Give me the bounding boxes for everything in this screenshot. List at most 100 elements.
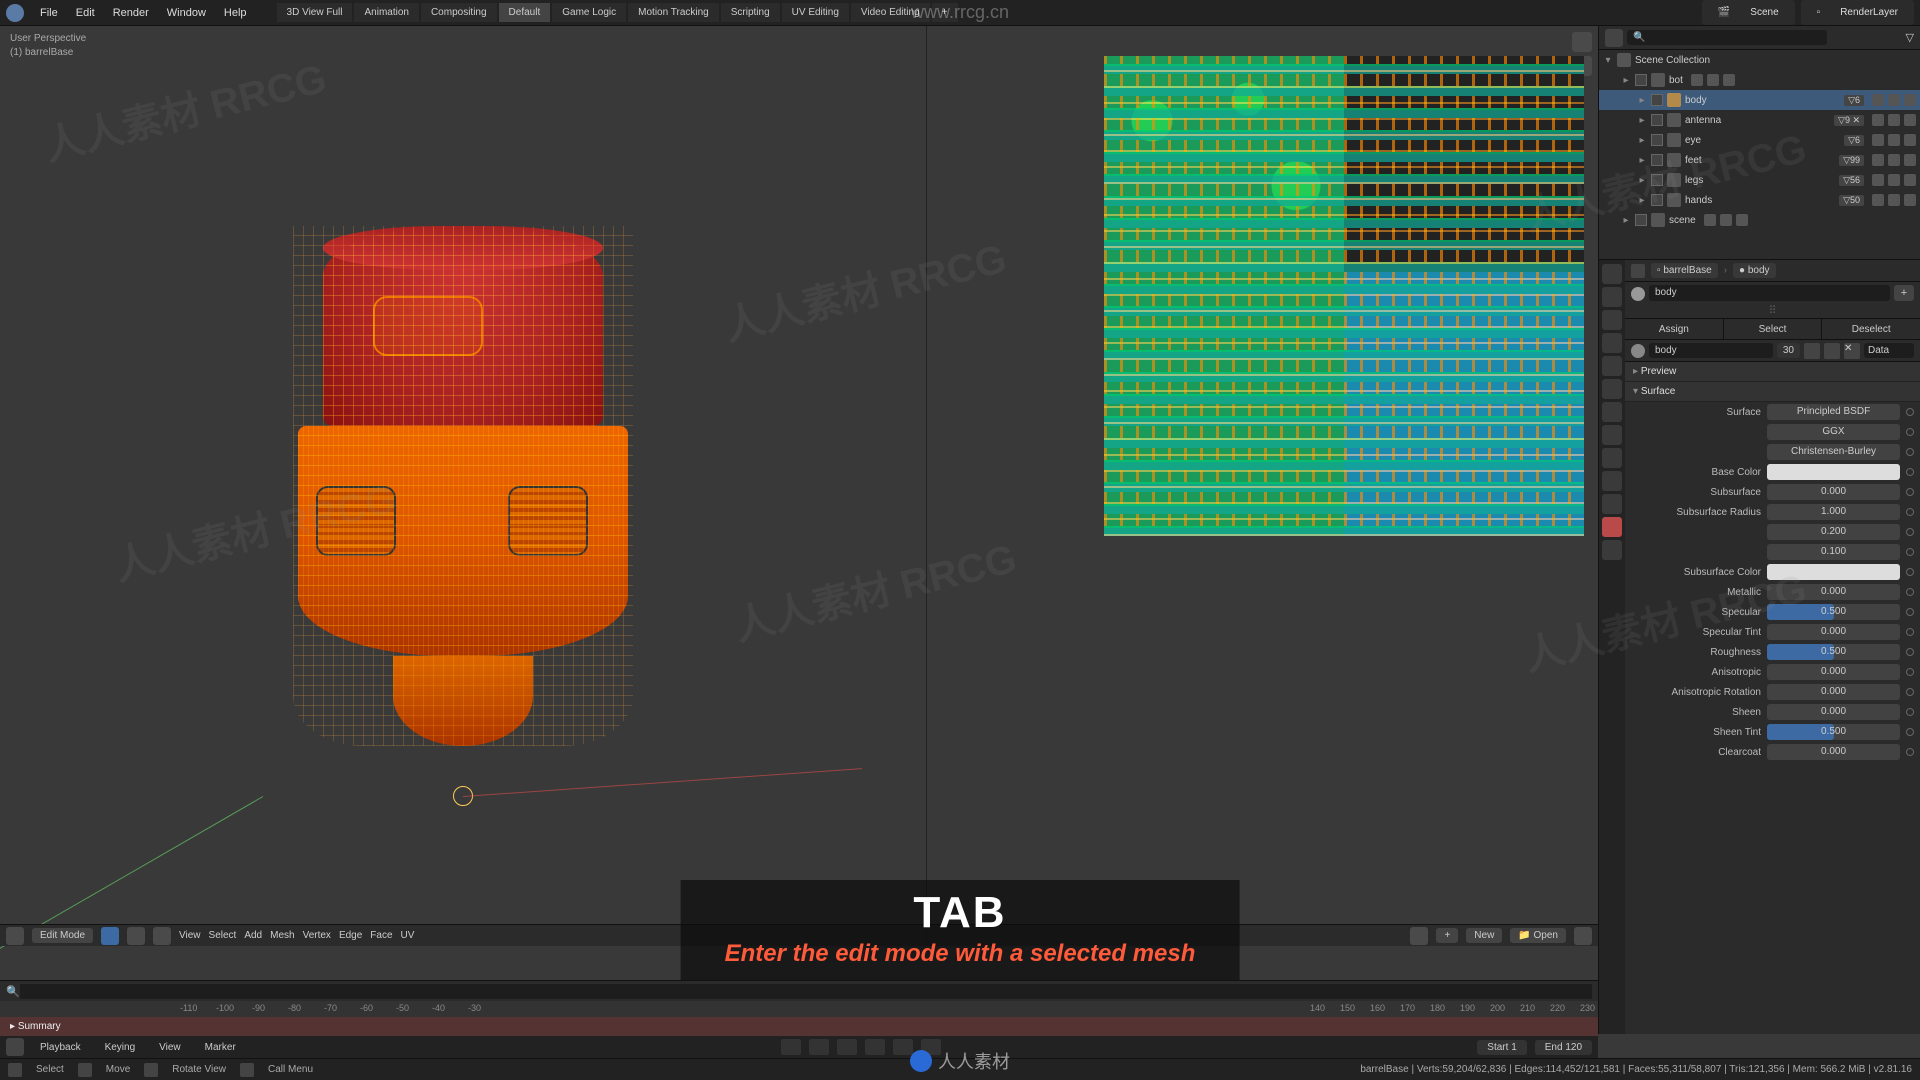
tab-output-props[interactable] bbox=[1602, 287, 1622, 307]
keyframe-dot-icon[interactable] bbox=[1906, 588, 1914, 596]
checkbox-icon[interactable] bbox=[1651, 134, 1663, 146]
property-value[interactable]: 1.000 bbox=[1767, 504, 1900, 520]
restrict-render-icon[interactable] bbox=[1904, 94, 1916, 106]
keyframe-dot-icon[interactable] bbox=[1906, 548, 1914, 556]
tab-video-editing[interactable]: Video Editing bbox=[851, 3, 930, 22]
keyframe-dot-icon[interactable] bbox=[1906, 668, 1914, 676]
tab-world-props[interactable] bbox=[1602, 356, 1622, 376]
outliner-editor-icon[interactable] bbox=[1605, 29, 1623, 47]
frame-start-field[interactable]: Start 1 bbox=[1477, 1040, 1526, 1055]
mesh-barrel[interactable] bbox=[293, 226, 633, 746]
tab-viewlayer-props[interactable] bbox=[1602, 310, 1622, 330]
checkbox-icon[interactable] bbox=[1651, 174, 1663, 186]
material-link-mode[interactable]: Data bbox=[1864, 343, 1914, 358]
restrict-select-icon[interactable] bbox=[1704, 214, 1716, 226]
tab-compositing[interactable]: Compositing bbox=[421, 3, 497, 22]
viewport-3d[interactable]: User Perspective (1) barrelBase Edit Mod… bbox=[0, 26, 927, 946]
breadcrumb-object[interactable]: ▫ barrelBase bbox=[1651, 263, 1718, 278]
breadcrumb-material[interactable]: ● body bbox=[1733, 263, 1776, 278]
menu-view-tl[interactable]: View bbox=[151, 1040, 189, 1055]
scene-selector[interactable]: 🎬Scene bbox=[1702, 0, 1795, 25]
restrict-select-icon[interactable] bbox=[1872, 94, 1884, 106]
tab-particle-props[interactable] bbox=[1602, 425, 1622, 445]
checkbox-icon[interactable] bbox=[1651, 154, 1663, 166]
restrict-select-icon[interactable] bbox=[1691, 74, 1703, 86]
collapse-icon[interactable]: ▸ bbox=[1637, 95, 1647, 106]
menu-face[interactable]: Face bbox=[370, 930, 392, 941]
uv-open-button[interactable]: 📁 Open bbox=[1510, 928, 1566, 943]
property-value[interactable]: 0.000 bbox=[1767, 624, 1900, 640]
outliner-item[interactable]: ▸antenna▽9 ✕ bbox=[1599, 110, 1920, 130]
uv-plus-icon[interactable]: + bbox=[1436, 928, 1458, 943]
select-button[interactable]: Select bbox=[1724, 319, 1823, 339]
timeline-summary-track[interactable]: ▸ Summary bbox=[0, 1017, 1598, 1037]
menu-edge[interactable]: Edge bbox=[339, 930, 362, 941]
keyframe-dot-icon[interactable] bbox=[1906, 408, 1914, 416]
jump-start-icon[interactable] bbox=[781, 1039, 801, 1055]
menu-view[interactable]: View bbox=[179, 930, 201, 941]
material-slot-name[interactable]: body bbox=[1649, 285, 1890, 301]
timeline-search-input[interactable] bbox=[20, 984, 1592, 999]
uv-new-button[interactable]: New bbox=[1466, 928, 1502, 943]
menu-vertex[interactable]: Vertex bbox=[303, 930, 331, 941]
outliner-search[interactable]: 🔍 bbox=[1627, 30, 1827, 45]
property-slider[interactable]: 0.500 bbox=[1767, 644, 1900, 660]
tab-physics-props[interactable] bbox=[1602, 448, 1622, 468]
viewport-uv-editor[interactable]: + New 📁 Open bbox=[927, 26, 1598, 946]
collapse-icon[interactable]: ▸ bbox=[1637, 115, 1647, 126]
outliner-item[interactable]: ▸body▽6 bbox=[1599, 90, 1920, 110]
eye-icon[interactable] bbox=[1720, 214, 1732, 226]
menu-playback[interactable]: Playback bbox=[32, 1040, 89, 1055]
menu-marker[interactable]: Marker bbox=[197, 1040, 244, 1055]
drag-handle-icon[interactable]: ⠿ bbox=[1625, 304, 1920, 318]
assign-button[interactable]: Assign bbox=[1625, 319, 1724, 339]
property-value[interactable]: 0.000 bbox=[1767, 704, 1900, 720]
outliner-scene-collection[interactable]: ▾ Scene Collection bbox=[1599, 50, 1920, 70]
restrict-render-icon[interactable] bbox=[1904, 154, 1916, 166]
menu-keying[interactable]: Keying bbox=[97, 1040, 144, 1055]
eye-icon[interactable] bbox=[1888, 174, 1900, 186]
checkbox-icon[interactable] bbox=[1635, 214, 1647, 226]
play-reverse-icon[interactable] bbox=[837, 1039, 857, 1055]
eye-icon[interactable] bbox=[1888, 154, 1900, 166]
property-dropdown[interactable]: GGX bbox=[1767, 424, 1900, 440]
timeline-ruler[interactable]: -110-100-90-80-70-60-50-40-3014015016017… bbox=[0, 1001, 1598, 1017]
keyframe-dot-icon[interactable] bbox=[1906, 728, 1914, 736]
property-value[interactable]: 0.000 bbox=[1767, 664, 1900, 680]
tab-3d-view-full[interactable]: 3D View Full bbox=[277, 3, 353, 22]
tab-texture-props[interactable] bbox=[1602, 540, 1622, 560]
tab-material-props[interactable] bbox=[1602, 517, 1622, 537]
unlink-material-icon[interactable]: ✕ bbox=[1844, 343, 1860, 359]
checkbox-icon[interactable] bbox=[1651, 114, 1663, 126]
collapse-icon[interactable]: ▸ bbox=[1637, 195, 1647, 206]
checkbox-icon[interactable] bbox=[1651, 194, 1663, 206]
collapse-icon[interactable]: ▾ bbox=[1603, 55, 1613, 66]
renderlayer-selector[interactable]: ▫RenderLayer bbox=[1801, 0, 1914, 25]
property-value[interactable]: 0.000 bbox=[1767, 744, 1900, 760]
tab-mesh-data-props[interactable] bbox=[1602, 494, 1622, 514]
jump-end-icon[interactable] bbox=[921, 1039, 941, 1055]
tab-default[interactable]: Default bbox=[499, 3, 551, 22]
section-surface[interactable]: Surface bbox=[1625, 382, 1920, 402]
outliner[interactable]: ▾ Scene Collection ▸bot▸body▽6▸antenna▽9… bbox=[1599, 50, 1920, 260]
pin-icon[interactable] bbox=[1631, 264, 1645, 278]
select-edge-icon[interactable] bbox=[127, 927, 145, 945]
keyframe-dot-icon[interactable] bbox=[1906, 448, 1914, 456]
keyframe-dot-icon[interactable] bbox=[1906, 468, 1914, 476]
outliner-item[interactable]: ▸legs▽56 bbox=[1599, 170, 1920, 190]
tab-constraint-props[interactable] bbox=[1602, 471, 1622, 491]
tab-scene-props[interactable] bbox=[1602, 333, 1622, 353]
tab-uv-editing[interactable]: UV Editing bbox=[782, 3, 849, 22]
property-dropdown[interactable]: Principled BSDF bbox=[1767, 404, 1900, 420]
eye-icon[interactable] bbox=[1888, 134, 1900, 146]
color-swatch[interactable] bbox=[1767, 564, 1900, 580]
tab-game-logic[interactable]: Game Logic bbox=[552, 3, 626, 22]
new-material-icon[interactable] bbox=[1804, 343, 1820, 359]
eye-icon[interactable] bbox=[1707, 74, 1719, 86]
outliner-item[interactable]: ▸feet▽99 bbox=[1599, 150, 1920, 170]
material-name-field[interactable]: body bbox=[1649, 343, 1773, 358]
keyframe-dot-icon[interactable] bbox=[1906, 628, 1914, 636]
play-icon[interactable] bbox=[865, 1039, 885, 1055]
keyframe-dot-icon[interactable] bbox=[1906, 748, 1914, 756]
checkbox-icon[interactable] bbox=[1651, 94, 1663, 106]
